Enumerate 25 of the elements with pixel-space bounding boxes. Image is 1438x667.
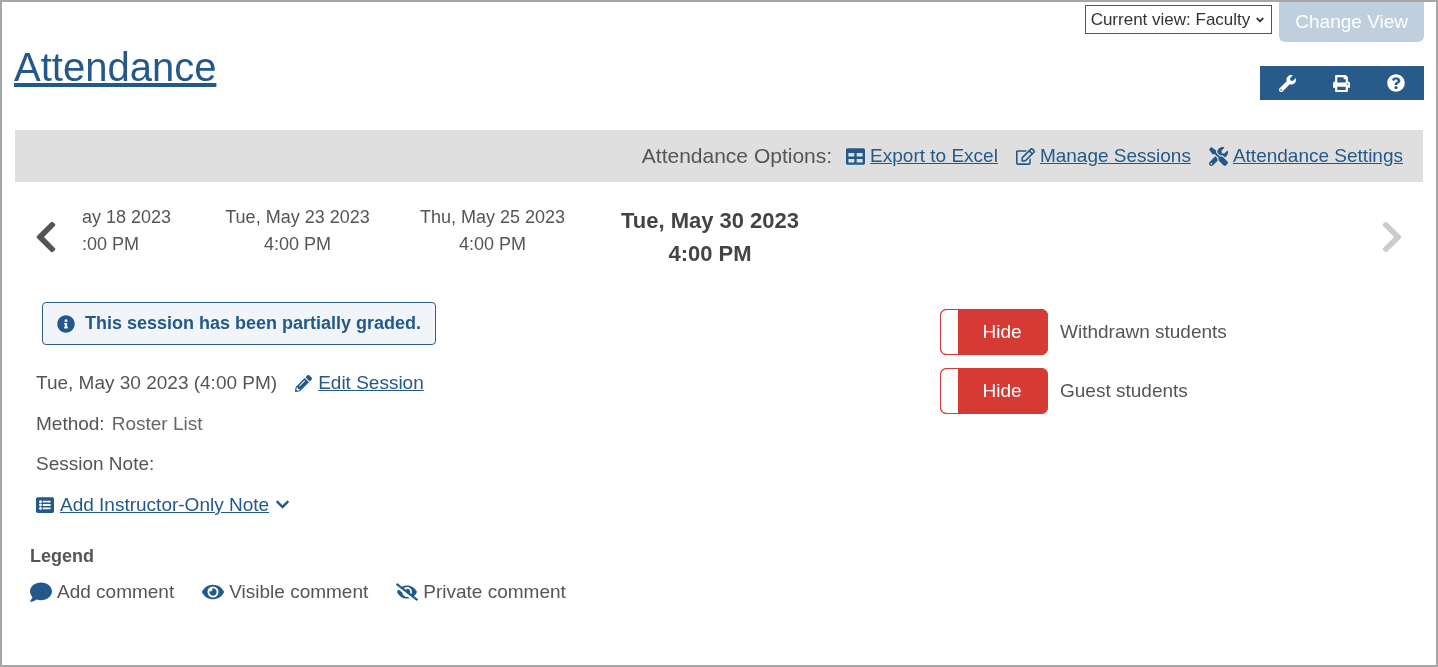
legend-label: Visible comment — [229, 580, 369, 604]
options-label: Attendance Options: — [641, 143, 833, 170]
option-link[interactable]: Attendance Settings — [1232, 141, 1403, 171]
session-datetime: Tue, May 30 2023 (4:00 PM) — [36, 371, 278, 395]
session-item[interactable]: Thu, May 25 2023 4:00 PM — [395, 204, 590, 258]
toggle-label: Guest students — [1060, 378, 1188, 403]
add-note-link[interactable]: Add Instructor-Only Note — [60, 490, 270, 519]
toggle-switch[interactable]: Hide — [940, 368, 1048, 414]
page-title[interactable]: Attendance — [14, 42, 217, 100]
legend-label: Private comment — [423, 580, 566, 604]
method-value: Roster List — [111, 411, 203, 436]
view-select[interactable]: Current view: Faculty — [1084, 5, 1273, 34]
session-note-label: Session Note: — [36, 452, 155, 476]
legend-title: Legend — [30, 545, 94, 568]
option-link[interactable]: Manage Sessions — [1039, 141, 1191, 171]
session-item[interactable]: Tue, May 30 2023 4:00 PM — [590, 204, 830, 270]
method-label: Method: — [36, 411, 105, 436]
toggle-switch[interactable]: Hide — [940, 309, 1048, 355]
session-item[interactable]: Tue, May 23 2023 4:00 PM — [200, 204, 395, 258]
info-notice: This session has been partially graded. — [42, 302, 437, 345]
toggle-label: Withdrawn students — [1060, 319, 1227, 344]
legend-label: Add comment — [57, 580, 175, 604]
option-link[interactable]: Export to Excel — [870, 141, 998, 171]
session-item[interactable]: ay 18 2023 :00 PM — [82, 204, 200, 258]
edit-session-link[interactable]: Edit Session — [318, 369, 424, 398]
